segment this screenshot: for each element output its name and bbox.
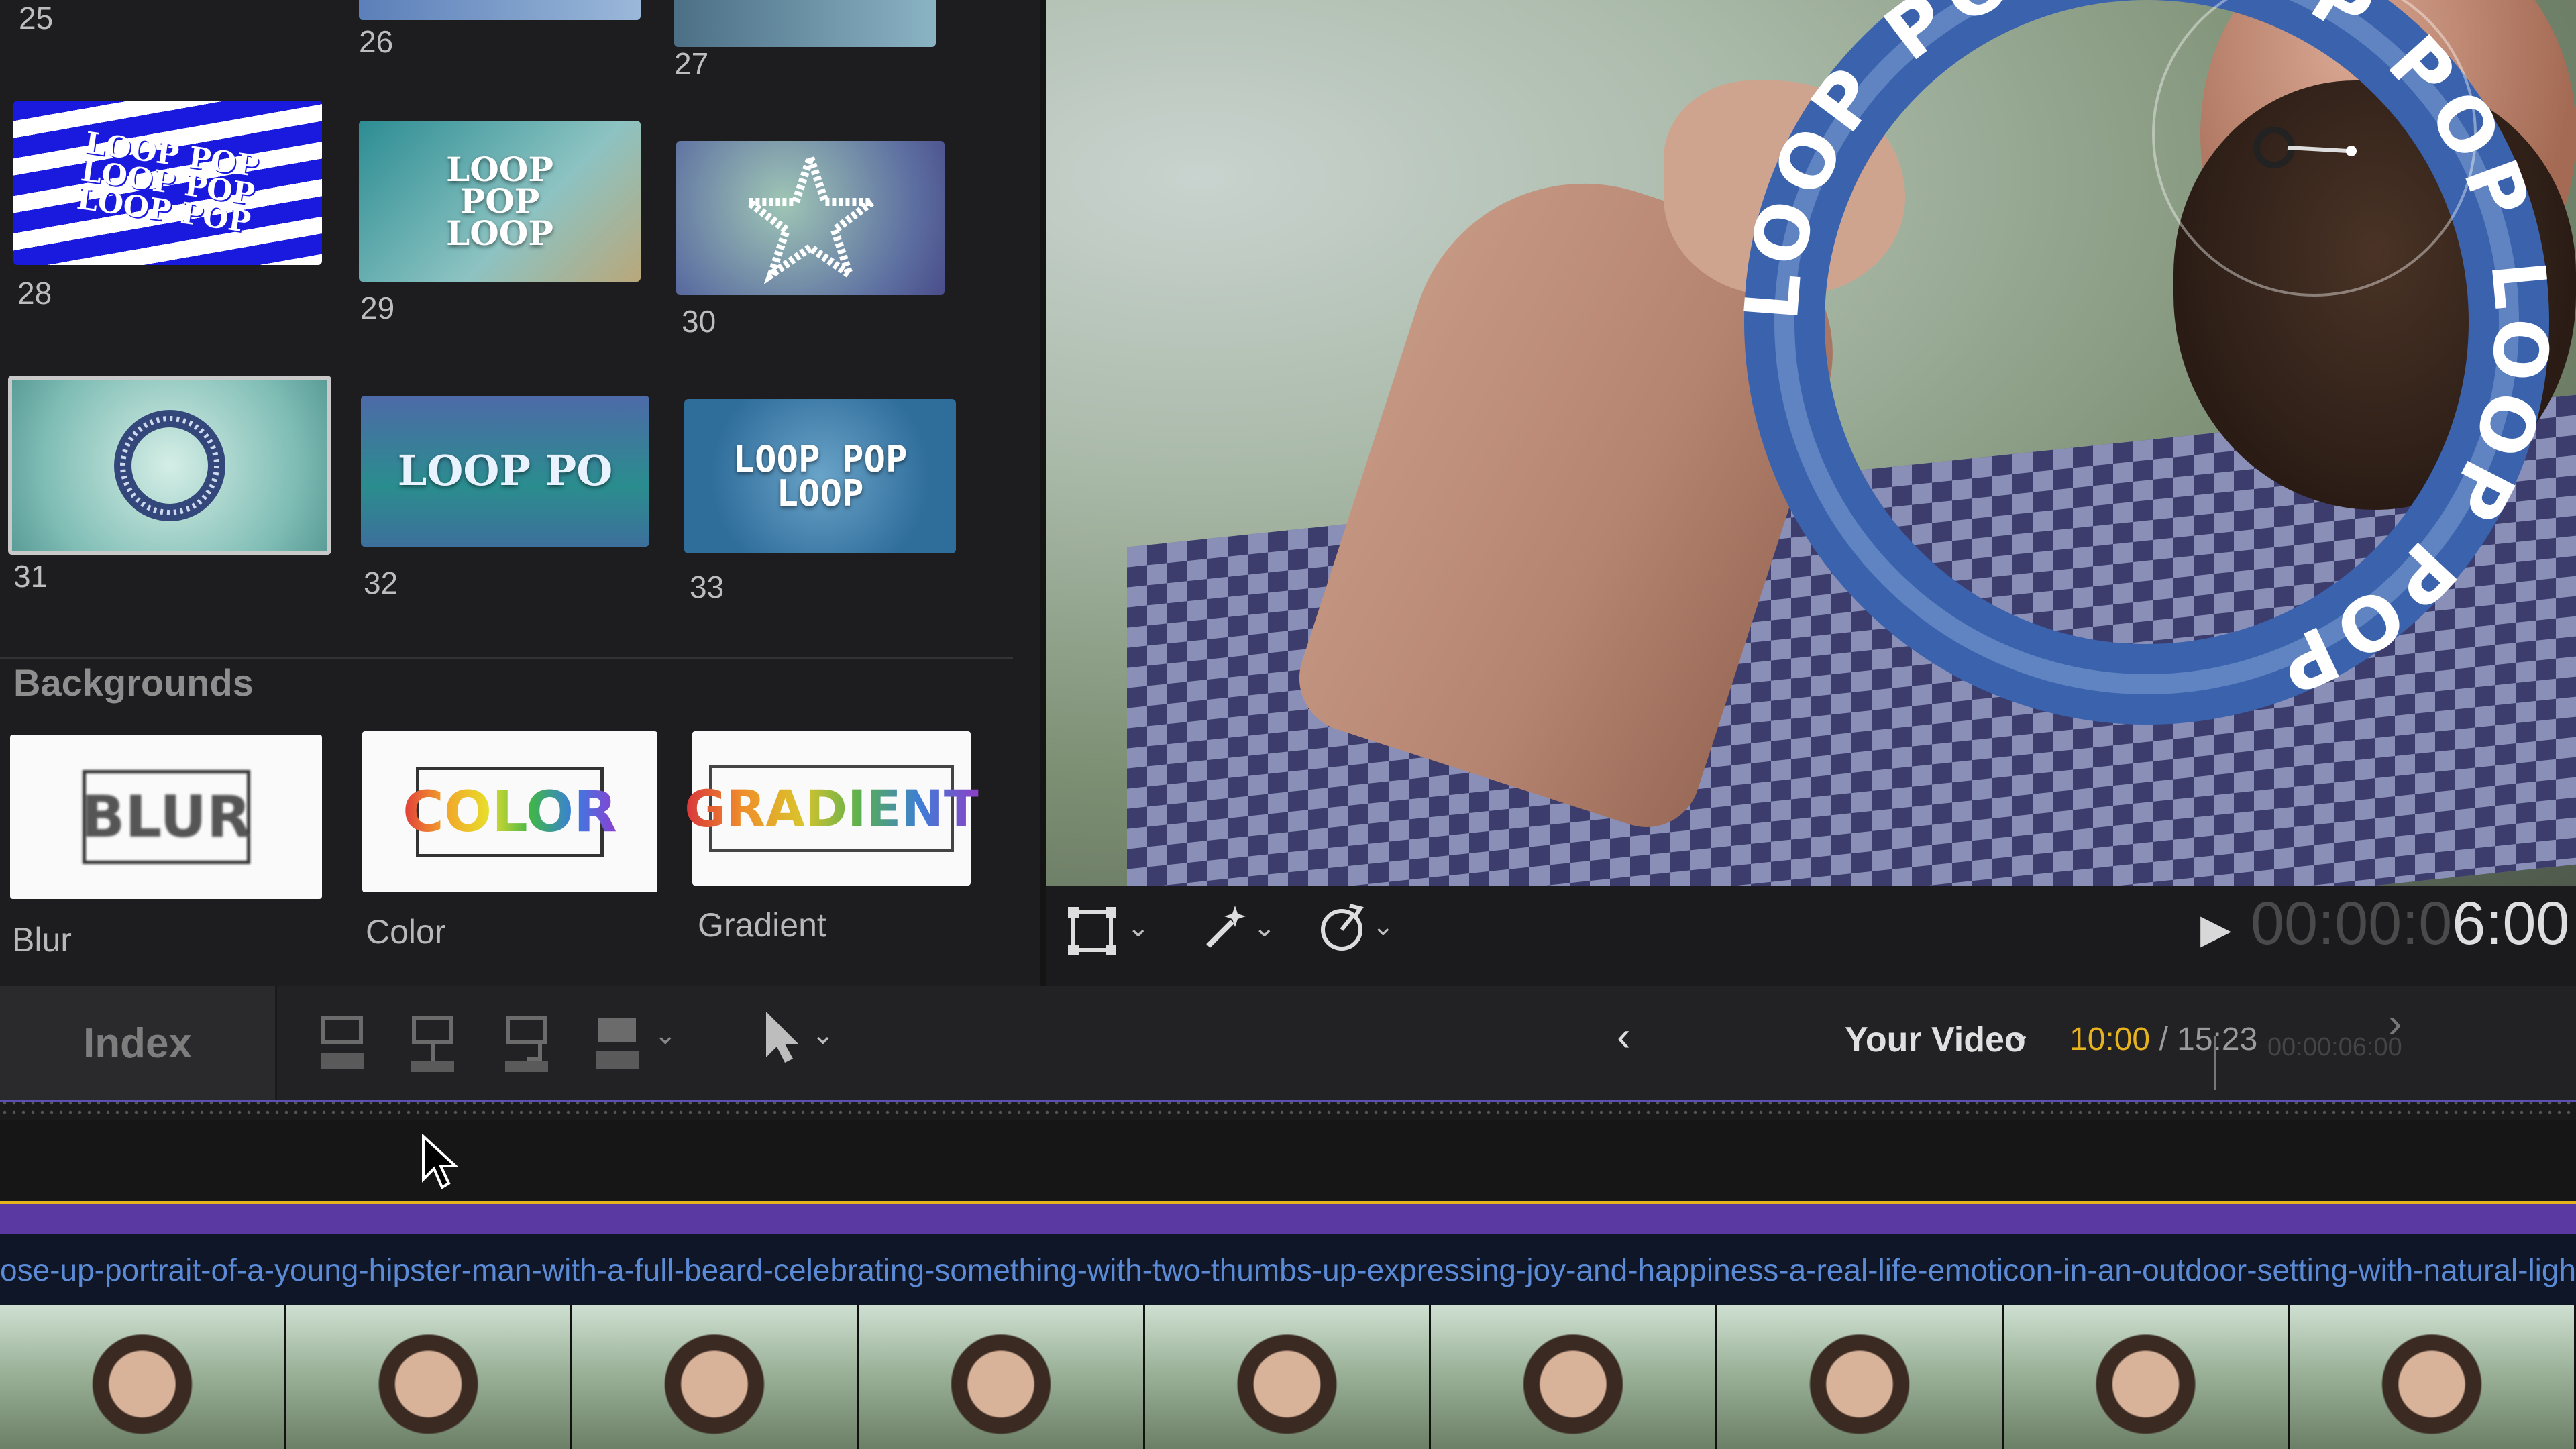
tile-number: 27 — [674, 46, 709, 81]
browser-tile-31[interactable] — [8, 376, 331, 555]
filmstrip-frame — [572, 1305, 859, 1449]
index-button[interactable]: Index — [0, 986, 277, 1100]
tile-title: LOOP POP LOOP — [733, 437, 908, 515]
browser-tile-29[interactable]: LOOP POP LOOP — [359, 121, 641, 282]
filmstrip-frame — [286, 1305, 573, 1449]
enhance-wand-icon[interactable] — [1197, 900, 1251, 965]
filmstrip-frame — [859, 1305, 1145, 1449]
insert-icon[interactable] — [406, 1013, 460, 1073]
browser-tile-26[interactable] — [359, 0, 641, 20]
title-clip-track[interactable] — [0, 1201, 2576, 1238]
browser-tile-32[interactable]: LOOP PO — [361, 396, 649, 547]
duration-separator: / — [2150, 1022, 2178, 1057]
background-tile-blur[interactable]: BLUR — [10, 735, 322, 899]
speed-gauge-icon[interactable] — [1315, 900, 1368, 965]
tile-title: LOOP PO — [397, 446, 613, 496]
viewer-canvas[interactable]: LOOP POP LOOP POP LOOP POP — [1046, 0, 2576, 885]
blur-box-text: BLUR — [80, 783, 252, 851]
clip-name-bar[interactable]: ose-up-portrait-of-a-young-hipster-man-w… — [0, 1234, 2576, 1305]
timeline-toolbar: Index ⌄ ⌄ ‹ Your Video ⌄ 10:00 / 15:23 › — [0, 986, 2576, 1100]
chevron-down-icon[interactable]: ⌄ — [1253, 912, 1276, 943]
tile-number: 31 — [13, 559, 48, 594]
tile-title: LOOP POP LOOP POP LOOP POP — [74, 125, 261, 239]
tile-number: 25 — [19, 1, 54, 36]
tile-number: 33 — [690, 570, 724, 604]
tile-number: 26 — [359, 24, 394, 59]
arrow-select-icon[interactable] — [758, 1006, 805, 1070]
overwrite-icon[interactable] — [590, 1013, 644, 1073]
star-icon — [743, 151, 877, 285]
filmstrip-frame — [0, 1305, 286, 1449]
chevron-down-icon[interactable]: ⌄ — [654, 1020, 677, 1051]
browser-tile-30[interactable] — [676, 141, 945, 295]
filmstrip-frame — [2290, 1305, 2576, 1449]
mouse-cursor-icon — [422, 1134, 460, 1189]
browser-tile-27[interactable] — [674, 0, 936, 47]
tile-number: 32 — [364, 566, 398, 600]
section-divider — [0, 657, 1013, 659]
color-box-text: COLOR — [402, 779, 617, 845]
effects-browser: 25 26 27 LOOP POP LOOP POP LOOP POP 28 L… — [0, 0, 1040, 986]
duration-readout: 10:00 / 15:23 — [2070, 1021, 2257, 1058]
color-box: COLOR — [402, 766, 617, 857]
browser-tile-28[interactable]: LOOP POP LOOP POP LOOP POP — [13, 101, 322, 265]
duration-total: 15:23 — [2177, 1022, 2258, 1057]
timeline-ruler[interactable] — [0, 1100, 2576, 1122]
tile-number: 30 — [682, 304, 716, 339]
viewer-control-bar: ⌄ ⌄ ⌄ ▶ 00:00:06:00 — [1046, 885, 2576, 986]
append-icon[interactable] — [500, 1013, 553, 1073]
project-name[interactable]: Your Video — [1845, 1020, 2026, 1060]
timecode: 00:00:06:00 — [2251, 890, 2569, 959]
timecode-dim: 00:00:0 — [2251, 890, 2453, 957]
filmstrip-frame — [1431, 1305, 1718, 1449]
clip-filmstrip[interactable] — [0, 1305, 2576, 1449]
chevron-down-icon[interactable]: ⌄ — [2009, 1018, 2032, 1049]
clip-label: ose-up-portrait-of-a-young-hipster-man-w… — [0, 1252, 2576, 1287]
transform-icon[interactable] — [1065, 904, 1119, 969]
background-label: Blur — [12, 921, 72, 959]
gradient-box: GRADIENT — [684, 765, 979, 852]
backgrounds-header: Backgrounds — [13, 661, 254, 704]
background-label: Color — [366, 913, 446, 951]
background-tile-gradient[interactable]: GRADIENT — [684, 731, 979, 885]
chevron-down-icon[interactable]: ⌄ — [1127, 912, 1150, 943]
playhead-line[interactable] — [2214, 1036, 2216, 1090]
chevron-down-icon[interactable]: ⌄ — [1372, 911, 1395, 942]
browser-tile-33[interactable]: LOOP POP LOOP — [684, 399, 956, 553]
filmstrip-frame — [2003, 1305, 2290, 1449]
connect-icon[interactable] — [315, 1013, 369, 1073]
gradient-box-text: GRADIENT — [684, 778, 979, 839]
background-tile-color[interactable]: COLOR — [362, 731, 657, 892]
filmstrip-frame — [1144, 1305, 1432, 1449]
ring-icon — [114, 409, 225, 521]
chevron-left-icon[interactable]: ‹ — [1617, 1013, 1631, 1061]
tile-title: LOOP POP LOOP — [446, 149, 553, 253]
timecode-lit: 6:00 — [2452, 890, 2570, 957]
ruler-timecode: 00:00:06:00 — [2267, 1033, 2402, 1061]
tile-number: 29 — [360, 290, 395, 325]
onscreen-control-circle[interactable] — [2120, 0, 2496, 349]
filmstrip-frame — [1717, 1305, 2004, 1449]
blur-box: BLUR — [80, 769, 252, 864]
chevron-down-icon[interactable]: ⌄ — [812, 1020, 835, 1051]
play-icon[interactable]: ▶ — [2200, 906, 2231, 953]
duration-current: 10:00 — [2070, 1022, 2151, 1057]
tile-number: 28 — [17, 276, 52, 311]
background-label: Gradient — [698, 906, 826, 944]
